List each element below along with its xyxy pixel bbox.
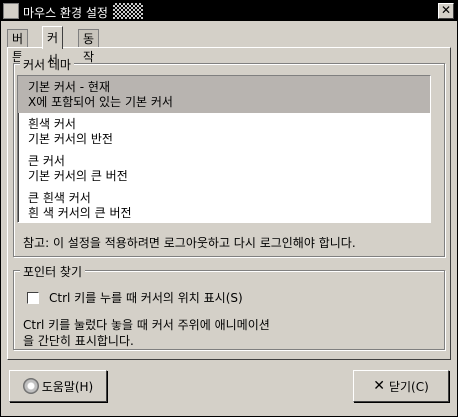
- locate-pointer-checkbox-label[interactable]: Ctrl 키를 누를 때 커서의 위치 표시(S): [49, 289, 243, 306]
- locate-pointer-description-line: Ctrl 키를 눌렀다 놓을 때 커서 주위에 애니메이션: [23, 318, 270, 332]
- locate-pointer-group-label: 포인터 찾기: [20, 263, 86, 280]
- title-bar[interactable]: 마우스 환경 설정 ✕: [1, 1, 457, 21]
- logout-note: 참고: 이 설정을 적용하려면 로그아웃하고 다시 로그인해야 합니다.: [23, 236, 356, 250]
- cursor-theme-item-large[interactable]: 큰 커서 기본 커서의 큰 버전: [18, 150, 430, 187]
- cursor-theme-item-white[interactable]: 흰색 커서 기본 커서의 반전: [18, 113, 430, 150]
- help-lifebuoy-icon: [22, 378, 39, 394]
- cursor-theme-item-subtitle: 기본 커서의 큰 버전: [28, 169, 128, 183]
- cursor-theme-item-default[interactable]: 기본 커서 - 현재 X에 포함되어 있는 기본 커서: [18, 76, 430, 113]
- window-title: 마우스 환경 설정: [23, 6, 108, 20]
- cursor-theme-item-large-white[interactable]: 큰 흰색 커서 흰 색 커서의 큰 버전: [18, 187, 430, 222]
- help-button-label: 도움말(H): [41, 379, 94, 394]
- locate-pointer-description: Ctrl 키를 눌렀다 놓을 때 커서 주위에 애니메이션 을 간단히 표시합니…: [23, 317, 270, 349]
- locate-pointer-checkbox-row[interactable]: Ctrl 키를 누를 때 커서의 위치 표시(S): [27, 289, 243, 306]
- cursor-theme-item-title: 기본 커서 - 현재: [28, 80, 111, 94]
- cursor-theme-item-subtitle: 흰 색 커서의 큰 버전: [28, 206, 132, 220]
- cursor-theme-item-title: 큰 흰색 커서: [28, 191, 91, 205]
- close-x-icon: ✕: [373, 378, 385, 394]
- tab-motion[interactable]: 동작: [78, 29, 100, 64]
- help-button[interactable]: 도움말(H): [9, 370, 107, 402]
- mouse-preferences-window: 마우스 환경 설정 ✕ 버튼 커서 동작 커서 테마 기본 커서 - 현재 X에…: [0, 0, 458, 417]
- cursor-theme-item-subtitle: X에 포함되어 있는 기본 커서: [28, 95, 173, 109]
- locate-pointer-checkbox[interactable]: [27, 291, 39, 304]
- cursor-theme-item-title: 큰 커서: [28, 154, 65, 168]
- close-button-label: 닫기(C): [388, 379, 429, 394]
- cursor-theme-item-subtitle: 기본 커서의 반전: [28, 132, 113, 146]
- window-menu-icon[interactable]: [3, 3, 19, 19]
- window-close-button[interactable]: ✕: [438, 3, 454, 19]
- title-bar-grip: [113, 3, 143, 19]
- locate-pointer-description-line: 을 간단히 표시합니다.: [23, 334, 134, 348]
- tab-cursors[interactable]: 커서: [42, 26, 64, 67]
- cursor-theme-item-title: 흰색 커서: [28, 117, 76, 131]
- close-button[interactable]: ✕ 닫기(C): [353, 370, 449, 402]
- tab-buttons[interactable]: 버튼: [7, 29, 29, 64]
- cursor-theme-list[interactable]: 기본 커서 - 현재 X에 포함되어 있는 기본 커서 흰색 커서 기본 커서의…: [17, 75, 431, 223]
